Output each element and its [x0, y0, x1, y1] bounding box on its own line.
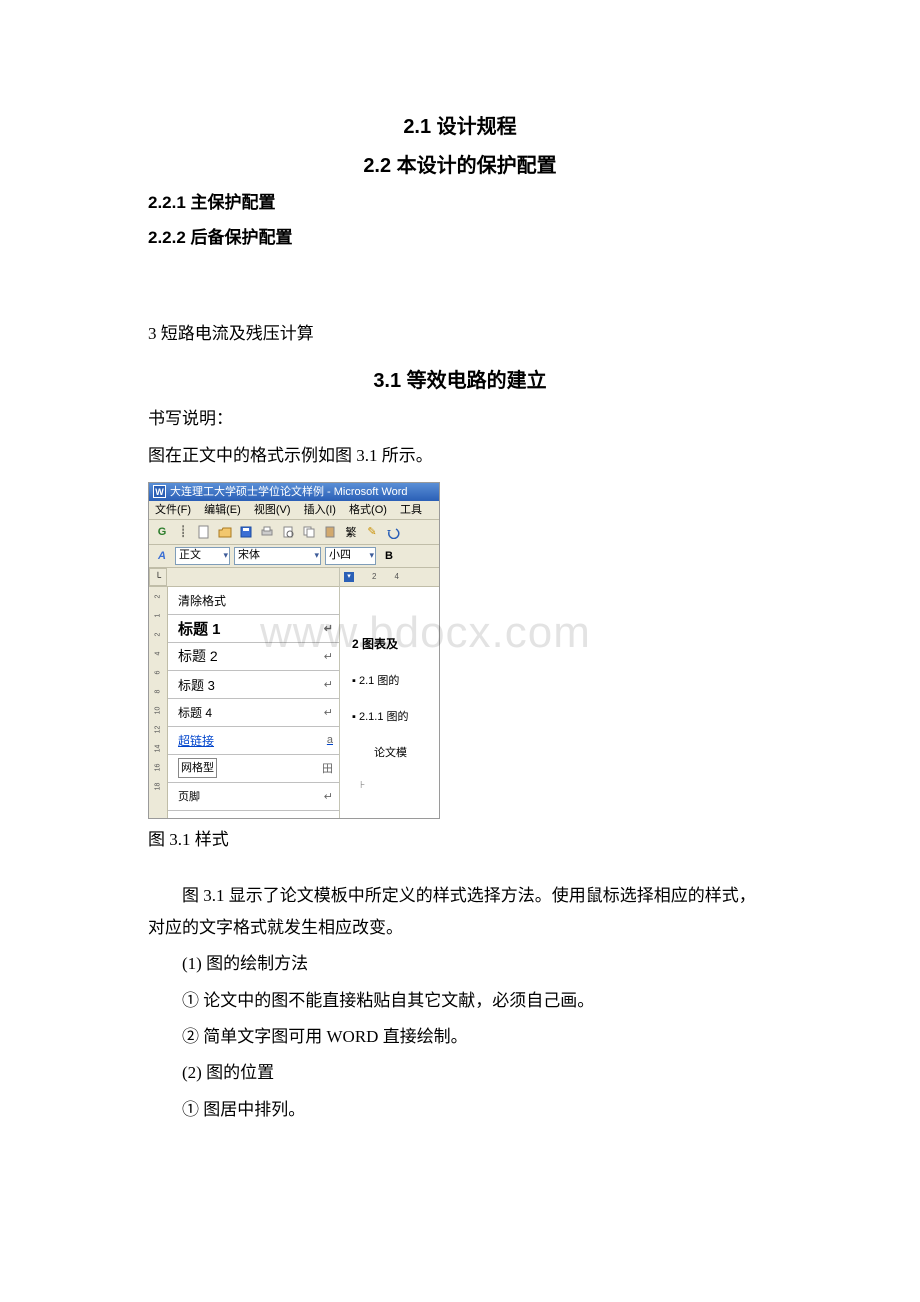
style-combo[interactable]: 正文: [175, 547, 230, 565]
bold-button[interactable]: B: [380, 547, 398, 565]
paragraph-icon: ↵: [324, 650, 333, 663]
list-2a: ① 图居中排列。: [182, 1094, 772, 1126]
heading-3-1: 3.1 等效电路的建立: [148, 364, 772, 393]
styles-list-container: 2 1 2 4 6 8 10 12 14 16 18 清除格式 标题: [149, 587, 339, 819]
menu-insert[interactable]: 插入(I): [304, 504, 336, 516]
style-heading-2[interactable]: 标题 2↵: [168, 643, 339, 671]
horizontal-ruler: ▾ 2 4: [340, 568, 439, 587]
cursor-mark: ⊦: [360, 780, 435, 791]
style-heading-4[interactable]: 标题 4↵: [168, 699, 339, 727]
paragraph-icon: ↵: [324, 706, 333, 719]
traditional-icon[interactable]: 繁: [342, 523, 360, 541]
print-icon[interactable]: [258, 523, 276, 541]
copy-icon[interactable]: [300, 523, 318, 541]
list-1a: ① 论文中的图不能直接粘贴自其它文献，必须自己画。: [182, 985, 772, 1017]
ruler-tick: 2: [372, 572, 376, 581]
menu-tools[interactable]: 工具: [400, 504, 422, 516]
format-painter-icon[interactable]: ✎: [363, 523, 381, 541]
word-window-title: 大连理工大学硕士学位论文样例 - Microsoft Word: [170, 483, 408, 501]
word-menubar: 文件(F) 编辑(E) 视图(V) 插入(I) 格式(O) 工具: [149, 501, 439, 520]
undo-icon[interactable]: [384, 523, 402, 541]
char-icon: a: [327, 734, 333, 746]
figure-3-1-screenshot: W 大连理工大学硕士学位论文样例 - Microsoft Word 文件(F) …: [148, 482, 440, 819]
style-hyperlink[interactable]: 超链接a: [168, 727, 339, 755]
styles-pane: └ 2 1 2 4 6 8 10 12 14 16 18: [149, 568, 340, 819]
style-footer[interactable]: 页脚↵: [168, 783, 339, 811]
ruler-corner: └: [149, 568, 339, 587]
word-formatting-toolbar: A 正文 宋体 小四 B: [149, 545, 439, 568]
doc-line-1: 2 图表及: [352, 635, 435, 652]
preview-icon[interactable]: [279, 523, 297, 541]
style-clear-format[interactable]: 清除格式: [168, 587, 339, 615]
write-note: 书写说明：: [148, 403, 772, 435]
save-icon[interactable]: [237, 523, 255, 541]
heading-2-2-1: 2.2.1 主保护配置: [148, 188, 772, 213]
style-heading-3[interactable]: 标题 3↵: [168, 671, 339, 699]
word-titlebar: W 大连理工大学硕士学位论文样例 - Microsoft Word: [149, 483, 439, 501]
paragraph-icon: ↵: [324, 678, 333, 691]
menu-format[interactable]: 格式(O): [349, 504, 387, 516]
vertical-ruler: 2 1 2 4 6 8 10 12 14 16 18: [149, 587, 168, 819]
paste-icon[interactable]: [321, 523, 339, 541]
menu-file[interactable]: 文件(F): [155, 504, 191, 516]
sep-icon: ┊: [174, 523, 192, 541]
heading-2-2-2: 2.2.2 后备保护配置: [148, 223, 772, 248]
styles-list: 清除格式 标题 1↵ 标题 2↵ 标题 3↵ 标题 4↵ 超链接a 网格型田 页…: [168, 587, 339, 819]
paragraph-icon: ↵: [324, 790, 333, 803]
heading-2-1: 2.1 设计规程: [148, 110, 772, 139]
chapter-3-title: 3 短路电流及残压计算: [148, 318, 772, 350]
paragraph-1: 图 3.1 显示了论文模板中所定义的样式选择方法。使用鼠标选择相应的样式，对应的…: [148, 880, 772, 945]
menu-view[interactable]: 视图(V): [254, 504, 291, 516]
word-app-icon: W: [153, 485, 166, 498]
paragraph-icon: ↵: [324, 818, 333, 819]
word-workspace: └ 2 1 2 4 6 8 10 12 14 16 18: [149, 568, 439, 819]
menu-edit[interactable]: 编辑(E): [204, 504, 241, 516]
document-body[interactable]: 2 图表及 ▪ 2.1 图的 ▪ 2.1.1 图的 论文模 ⊦: [340, 587, 439, 795]
figure-3-1-caption: 图 3.1 样式: [148, 825, 772, 850]
doc-line-4: 论文模: [374, 744, 435, 760]
indent-marker-icon[interactable]: ▾: [344, 572, 354, 582]
paragraph-icon: ↵: [324, 622, 333, 635]
font-combo[interactable]: 宋体: [234, 547, 321, 565]
styles-aa-icon[interactable]: A: [153, 547, 171, 565]
style-grid[interactable]: 网格型田: [168, 755, 339, 783]
open-icon[interactable]: [216, 523, 234, 541]
table-icon: 田: [322, 760, 333, 776]
new-doc-icon[interactable]: [195, 523, 213, 541]
back-icon[interactable]: G: [153, 523, 171, 541]
doc-line-3: ▪ 2.1.1 图的: [352, 708, 435, 724]
style-header[interactable]: 页眉↵: [168, 811, 339, 819]
style-heading-1[interactable]: 标题 1↵: [168, 615, 339, 643]
heading-2-2: 2.2 本设计的保护配置: [148, 149, 772, 178]
size-combo[interactable]: 小四: [325, 547, 376, 565]
list-2: (2) 图的位置: [182, 1057, 772, 1089]
document-pane: ▾ 2 4 2 图表及 ▪ 2.1 图的 ▪ 2.1.1 图的 论文模 ⊦: [340, 568, 439, 819]
doc-line-2: ▪ 2.1 图的: [352, 672, 435, 688]
list-1: (1) 图的绘制方法: [182, 948, 772, 980]
tab-selector-icon[interactable]: └: [149, 568, 167, 586]
figure-intro: 图在正文中的格式示例如图 3.1 所示。: [148, 440, 772, 472]
document-page: 2.1 设计规程 2.2 本设计的保护配置 2.2.1 主保护配置 2.2.2 …: [0, 0, 920, 1302]
list-1b: ② 简单文字图可用 WORD 直接绘制。: [182, 1021, 772, 1053]
ruler-tick: 4: [394, 572, 398, 581]
word-standard-toolbar: G ┊ 繁 ✎: [149, 520, 439, 545]
